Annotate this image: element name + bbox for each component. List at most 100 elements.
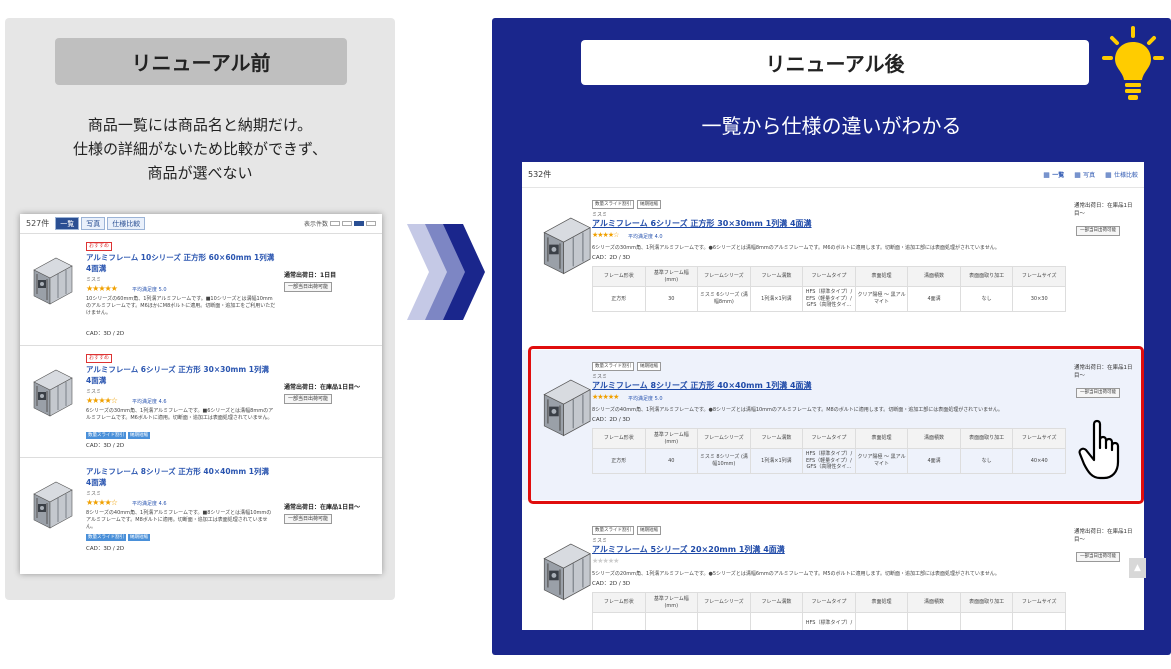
before-desc-line: 商品が選べない (147, 164, 253, 182)
before-screenshot: 527件 一覧 写真 仕様比較 表示件数 おすすめ アルミフレーム 10シリーズ… (20, 214, 382, 574)
result-count: 527件 (26, 219, 50, 228)
spec-header: 表面処理 (854, 592, 909, 613)
feature-badge: 数量スライド割引 (86, 432, 126, 439)
highlight-frame (528, 346, 1144, 504)
rating-link[interactable]: 平均満足度 4.6 (132, 500, 167, 507)
aluminum-frame-image[interactable] (536, 206, 596, 276)
aluminum-frame-image[interactable] (28, 360, 76, 418)
aluminum-frame-image[interactable] (28, 472, 76, 530)
spec-value (907, 612, 961, 630)
aluminum-frame-image[interactable] (28, 248, 76, 306)
product-name-link[interactable]: アルミフレーム 6シリーズ 正方形 30×30mm 1列溝 4面溝 (592, 218, 812, 229)
spec-value (959, 612, 1014, 630)
view-switcher: 一覧 写真 仕様比較 (1043, 170, 1138, 179)
rating-link[interactable]: 平均満足度 5.0 (132, 286, 167, 293)
after-title: リニューアル後 (581, 40, 1089, 85)
same-day-badge: 一部当日出荷可能 (284, 394, 333, 404)
spec-header: 基準フレーム幅 (mm) (644, 592, 699, 613)
rating-stars: ★★★★☆ (86, 396, 118, 405)
feature-badges: 数量スライド割引 納期短縮 (86, 432, 150, 439)
display-option[interactable] (342, 221, 352, 226)
product-name-link[interactable]: アルミフレーム 5シリーズ 20×20mm 1列溝 4面溝 (592, 544, 785, 555)
rating-link[interactable]: 平均満足度 4.0 (628, 233, 663, 240)
feature-tag: 納期短縮 (637, 526, 661, 535)
before-panel: リニューアル前 商品一覧には商品名と納期だけ。 仕様の詳細がないため比較ができず… (5, 18, 395, 600)
spec-value (697, 612, 751, 630)
feature-badges: 数量スライド割引 納期短縮 (86, 534, 150, 541)
spec-value: ミスミ 6シリーズ (溝幅8mm) (697, 286, 751, 312)
spec-value: クリア陽極 ～ 黒アルマイト (854, 286, 909, 312)
spec-header: フレームシリーズ (697, 266, 751, 287)
cad-link[interactable]: CAD：3D / 2D (86, 544, 124, 552)
list-item: おすすめ アルミフレーム 10シリーズ 正方形 60×60mm 1列溝 4面溝 … (20, 234, 382, 346)
rating-stars: ★★★★☆ (592, 231, 619, 239)
display-option[interactable] (330, 221, 340, 226)
before-description: 商品一覧には商品名と納期だけ。 仕様の詳細がないため比較ができず、 商品が選べな… (5, 113, 395, 185)
view-photo-button[interactable]: 写真 (1074, 170, 1095, 179)
product-name-link[interactable]: アルミフレーム 8シリーズ 正方形 40×40mm 1列溝 4面溝 (86, 466, 276, 488)
product-description: 6シリーズの30mm角、1列溝アルミフレームです。■6シリーズとは溝幅8mmのア… (86, 408, 274, 421)
product-name-link[interactable]: アルミフレーム 10シリーズ 正方形 60×60mm 1列溝 4面溝 (86, 252, 276, 274)
spec-value-row: HFS（標準タイプ）/ (592, 612, 1066, 630)
tab-photo[interactable]: 写真 (81, 217, 106, 230)
after-list-toolbar: 532件 一覧 写真 仕様比較 (522, 162, 1144, 188)
product-name-link[interactable]: アルミフレーム 6シリーズ 正方形 30×30mm 1列溝 4面溝 (86, 364, 276, 386)
display-count-selector[interactable]: 表示件数 (304, 219, 376, 228)
same-day-badge: 一部当日出荷可能 (1076, 226, 1120, 236)
maker-name: ミスミ (86, 277, 102, 283)
display-option[interactable] (354, 221, 364, 226)
spec-header: 表面処理 (854, 266, 909, 287)
before-desc-line: 仕様の詳細がないため比較ができず、 (73, 140, 327, 158)
lightbulb-icon (1102, 26, 1164, 100)
spec-header: フレームサイズ (1012, 592, 1066, 613)
spec-header: 基準フレーム幅 (mm) (644, 266, 699, 287)
feature-tags: 数量スライド割引 納期短縮 (592, 200, 661, 209)
view-list-button[interactable]: 一覧 (1043, 170, 1064, 179)
cad-link[interactable]: CAD：2D / 3D (592, 253, 630, 261)
shipping-date: 通常出荷日：在庫品1日目〜 (284, 504, 361, 511)
spec-header: フレームタイプ (802, 266, 856, 287)
spec-header: フレーム形状 (592, 592, 646, 613)
spec-table: フレーム形状 基準フレーム幅 (mm) フレームシリーズ フレーム溝数 フレーム… (592, 266, 1066, 312)
list-item: 数量スライド割引 納期短縮 ミスミ アルミフレーム 5シリーズ 20×20mm … (522, 514, 1144, 630)
rating-stars: ★★★★★ (592, 557, 619, 565)
scroll-to-top-button[interactable]: ▲ (1129, 558, 1146, 578)
spec-value: 4面溝 (907, 286, 961, 312)
spec-header: フレームサイズ (1012, 266, 1066, 287)
aluminum-frame-image[interactable] (536, 532, 596, 602)
spec-value (1012, 612, 1066, 630)
maker-name: ミスミ (86, 491, 102, 497)
feature-tag: 数量スライド割引 (592, 200, 634, 209)
cad-link[interactable]: CAD：3D / 2D (86, 329, 124, 337)
view-spec-compare-button[interactable]: 仕様比較 (1105, 170, 1138, 179)
spec-value: なし (959, 286, 1014, 312)
list-item: おすすめ アルミフレーム 6シリーズ 正方形 30×30mm 1列溝 4面溝 ミ… (20, 346, 382, 458)
tab-list[interactable]: 一覧 (55, 217, 80, 230)
spec-header: フレームシリーズ (697, 592, 751, 613)
maker-name: ミスミ (592, 538, 608, 544)
result-count: 532件 (528, 170, 552, 179)
after-subtitle: 一覧から仕様の違いがわかる (701, 114, 962, 138)
spec-value: 30 (644, 286, 699, 312)
feature-badge: 納期短縮 (128, 432, 150, 439)
maker-name: ミスミ (592, 212, 608, 218)
spec-value: 30×30 (1012, 286, 1066, 312)
spec-header-row: フレーム形状 基準フレーム幅 (mm) フレームシリーズ フレーム溝数 フレーム… (592, 266, 1066, 287)
tab-spec-compare[interactable]: 仕様比較 (107, 217, 146, 230)
chevron-right-icon (407, 224, 485, 320)
rating-link[interactable]: 平均満足度 4.6 (132, 398, 167, 405)
rating-stars: ★★★★☆ (86, 498, 118, 507)
cad-link[interactable]: CAD：3D / 2D (86, 441, 124, 449)
spec-header: フレームタイプ (802, 592, 856, 613)
spec-value: 正方形 (592, 286, 646, 312)
spec-value (644, 612, 699, 630)
spec-value-row: 正方形 30 ミスミ 6シリーズ (溝幅8mm) 1列溝×1列溝 HFS（標準タ… (592, 286, 1066, 312)
same-day-badge: 一部当日出荷可能 (1076, 552, 1120, 562)
feature-badge: 数量スライド割引 (86, 534, 126, 541)
cad-link[interactable]: CAD：2D / 3D (592, 579, 630, 587)
rating-stars: ★★★★★ (86, 284, 118, 293)
feature-tag: 納期短縮 (637, 200, 661, 209)
product-description: 6シリーズの30mm角、1列溝アルミフレームです。●6シリーズとは溝幅8mmのア… (592, 245, 1000, 251)
display-option[interactable] (366, 221, 376, 226)
recommend-tag: おすすめ (86, 242, 113, 251)
